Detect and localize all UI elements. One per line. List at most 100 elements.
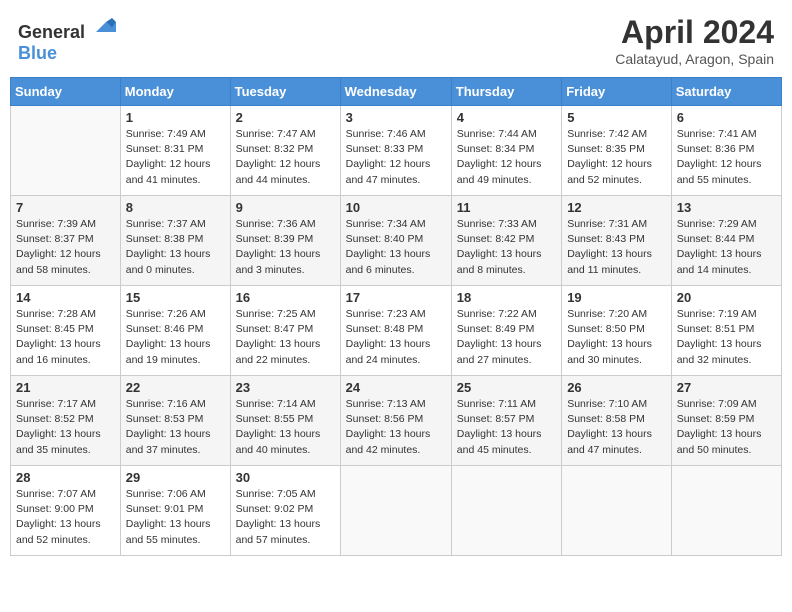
calendar-cell: 12 Sunrise: 7:31 AMSunset: 8:43 PMDayligh…: [562, 196, 672, 286]
day-number: 20: [677, 290, 776, 305]
calendar-cell: 5 Sunrise: 7:42 AMSunset: 8:35 PMDaylight…: [562, 106, 672, 196]
calendar-table: SundayMondayTuesdayWednesdayThursdayFrid…: [10, 77, 782, 556]
day-number: 24: [346, 380, 446, 395]
calendar-cell: 21 Sunrise: 7:17 AMSunset: 8:52 PMDayligh…: [11, 376, 121, 466]
calendar-cell: [451, 466, 561, 556]
day-info: Sunrise: 7:17 AMSunset: 8:52 PMDaylight:…: [16, 397, 115, 458]
calendar-cell: 3 Sunrise: 7:46 AMSunset: 8:33 PMDaylight…: [340, 106, 451, 196]
day-number: 3: [346, 110, 446, 125]
calendar-header: SundayMondayTuesdayWednesdayThursdayFrid…: [11, 78, 782, 106]
page-header: General Blue April 2024 Calatayud, Arago…: [10, 10, 782, 71]
day-info: Sunrise: 7:36 AMSunset: 8:39 PMDaylight:…: [236, 217, 335, 278]
calendar-cell: 7 Sunrise: 7:39 AMSunset: 8:37 PMDaylight…: [11, 196, 121, 286]
logo-blue: Blue: [18, 43, 57, 63]
day-number: 5: [567, 110, 666, 125]
day-info: Sunrise: 7:42 AMSunset: 8:35 PMDaylight:…: [567, 127, 666, 188]
calendar-cell: [562, 466, 672, 556]
day-info: Sunrise: 7:05 AMSunset: 9:02 PMDaylight:…: [236, 487, 335, 548]
day-info: Sunrise: 7:33 AMSunset: 8:42 PMDaylight:…: [457, 217, 556, 278]
week-row-2: 7 Sunrise: 7:39 AMSunset: 8:37 PMDaylight…: [11, 196, 782, 286]
header-day-friday: Friday: [562, 78, 672, 106]
week-row-3: 14 Sunrise: 7:28 AMSunset: 8:45 PMDayligh…: [11, 286, 782, 376]
calendar-cell: 6 Sunrise: 7:41 AMSunset: 8:36 PMDaylight…: [671, 106, 781, 196]
day-info: Sunrise: 7:19 AMSunset: 8:51 PMDaylight:…: [677, 307, 776, 368]
day-info: Sunrise: 7:09 AMSunset: 8:59 PMDaylight:…: [677, 397, 776, 458]
calendar-cell: 23 Sunrise: 7:14 AMSunset: 8:55 PMDayligh…: [230, 376, 340, 466]
calendar-cell: 30 Sunrise: 7:05 AMSunset: 9:02 PMDayligh…: [230, 466, 340, 556]
calendar-cell: 20 Sunrise: 7:19 AMSunset: 8:51 PMDayligh…: [671, 286, 781, 376]
day-info: Sunrise: 7:26 AMSunset: 8:46 PMDaylight:…: [126, 307, 225, 368]
calendar-cell: 18Sunrise: 7:22 AMSunset: 8:49 PMDayligh…: [451, 286, 561, 376]
calendar-cell: 29 Sunrise: 7:06 AMSunset: 9:01 PMDayligh…: [120, 466, 230, 556]
day-number: 17: [346, 290, 446, 305]
header-row: SundayMondayTuesdayWednesdayThursdayFrid…: [11, 78, 782, 106]
week-row-4: 21 Sunrise: 7:17 AMSunset: 8:52 PMDayligh…: [11, 376, 782, 466]
day-info: Sunrise: 7:13 AMSunset: 8:56 PMDaylight:…: [346, 397, 446, 458]
month-year-title: April 2024: [615, 14, 774, 51]
header-day-monday: Monday: [120, 78, 230, 106]
day-info: Sunrise: 7:28 AMSunset: 8:45 PMDaylight:…: [16, 307, 115, 368]
day-info: Sunrise: 7:39 AMSunset: 8:37 PMDaylight:…: [16, 217, 115, 278]
calendar-cell: 8 Sunrise: 7:37 AMSunset: 8:38 PMDaylight…: [120, 196, 230, 286]
day-number: 19: [567, 290, 666, 305]
header-day-saturday: Saturday: [671, 78, 781, 106]
day-info: Sunrise: 7:41 AMSunset: 8:36 PMDaylight:…: [677, 127, 776, 188]
calendar-cell: 22 Sunrise: 7:16 AMSunset: 8:53 PMDayligh…: [120, 376, 230, 466]
logo: General Blue: [18, 14, 116, 64]
day-info: Sunrise: 7:10 AMSunset: 8:58 PMDaylight:…: [567, 397, 666, 458]
calendar-cell: 9Sunrise: 7:36 AMSunset: 8:39 PMDaylight…: [230, 196, 340, 286]
week-row-5: 28Sunrise: 7:07 AMSunset: 9:00 PMDayligh…: [11, 466, 782, 556]
day-number: 2: [236, 110, 335, 125]
day-number: 6: [677, 110, 776, 125]
day-info: Sunrise: 7:25 AMSunset: 8:47 PMDaylight:…: [236, 307, 335, 368]
day-info: Sunrise: 7:23 AMSunset: 8:48 PMDaylight:…: [346, 307, 446, 368]
calendar-cell: 10Sunrise: 7:34 AMSunset: 8:40 PMDayligh…: [340, 196, 451, 286]
title-block: April 2024 Calatayud, Aragon, Spain: [615, 14, 774, 67]
day-info: Sunrise: 7:47 AMSunset: 8:32 PMDaylight:…: [236, 127, 335, 188]
week-row-1: 1Sunrise: 7:49 AMSunset: 8:31 PMDaylight…: [11, 106, 782, 196]
day-info: Sunrise: 7:22 AMSunset: 8:49 PMDaylight:…: [457, 307, 556, 368]
day-number: 14: [16, 290, 115, 305]
day-number: 23: [236, 380, 335, 395]
day-number: 22: [126, 380, 225, 395]
calendar-cell: 13Sunrise: 7:29 AMSunset: 8:44 PMDayligh…: [671, 196, 781, 286]
day-info: Sunrise: 7:16 AMSunset: 8:53 PMDaylight:…: [126, 397, 225, 458]
day-info: Sunrise: 7:29 AMSunset: 8:44 PMDaylight:…: [677, 217, 776, 278]
calendar-cell: 19 Sunrise: 7:20 AMSunset: 8:50 PMDayligh…: [562, 286, 672, 376]
day-info: Sunrise: 7:37 AMSunset: 8:38 PMDaylight:…: [126, 217, 225, 278]
header-day-tuesday: Tuesday: [230, 78, 340, 106]
calendar-cell: 15 Sunrise: 7:26 AMSunset: 8:46 PMDayligh…: [120, 286, 230, 376]
calendar-cell: 2 Sunrise: 7:47 AMSunset: 8:32 PMDaylight…: [230, 106, 340, 196]
day-number: 1: [126, 110, 225, 125]
day-number: 25: [457, 380, 556, 395]
day-number: 10: [346, 200, 446, 215]
day-info: Sunrise: 7:20 AMSunset: 8:50 PMDaylight:…: [567, 307, 666, 368]
day-number: 12: [567, 200, 666, 215]
day-info: Sunrise: 7:44 AMSunset: 8:34 PMDaylight:…: [457, 127, 556, 188]
day-number: 8: [126, 200, 225, 215]
day-number: 7: [16, 200, 115, 215]
day-number: 26: [567, 380, 666, 395]
day-info: Sunrise: 7:46 AMSunset: 8:33 PMDaylight:…: [346, 127, 446, 188]
day-number: 27: [677, 380, 776, 395]
day-info: Sunrise: 7:11 AMSunset: 8:57 PMDaylight:…: [457, 397, 556, 458]
day-number: 21: [16, 380, 115, 395]
day-number: 30: [236, 470, 335, 485]
calendar-cell: 17 Sunrise: 7:23 AMSunset: 8:48 PMDayligh…: [340, 286, 451, 376]
calendar-cell: 4 Sunrise: 7:44 AMSunset: 8:34 PMDaylight…: [451, 106, 561, 196]
day-info: Sunrise: 7:31 AMSunset: 8:43 PMDaylight:…: [567, 217, 666, 278]
calendar-body: 1Sunrise: 7:49 AMSunset: 8:31 PMDaylight…: [11, 106, 782, 556]
logo-icon: [92, 14, 116, 38]
header-day-sunday: Sunday: [11, 78, 121, 106]
day-number: 29: [126, 470, 225, 485]
calendar-cell: 16Sunrise: 7:25 AMSunset: 8:47 PMDayligh…: [230, 286, 340, 376]
calendar-cell: 11Sunrise: 7:33 AMSunset: 8:42 PMDayligh…: [451, 196, 561, 286]
calendar-cell: [340, 466, 451, 556]
day-info: Sunrise: 7:06 AMSunset: 9:01 PMDaylight:…: [126, 487, 225, 548]
logo-text: General Blue: [18, 14, 116, 64]
calendar-cell: 1Sunrise: 7:49 AMSunset: 8:31 PMDaylight…: [120, 106, 230, 196]
day-number: 15: [126, 290, 225, 305]
day-number: 4: [457, 110, 556, 125]
day-info: Sunrise: 7:07 AMSunset: 9:00 PMDaylight:…: [16, 487, 115, 548]
day-info: Sunrise: 7:14 AMSunset: 8:55 PMDaylight:…: [236, 397, 335, 458]
